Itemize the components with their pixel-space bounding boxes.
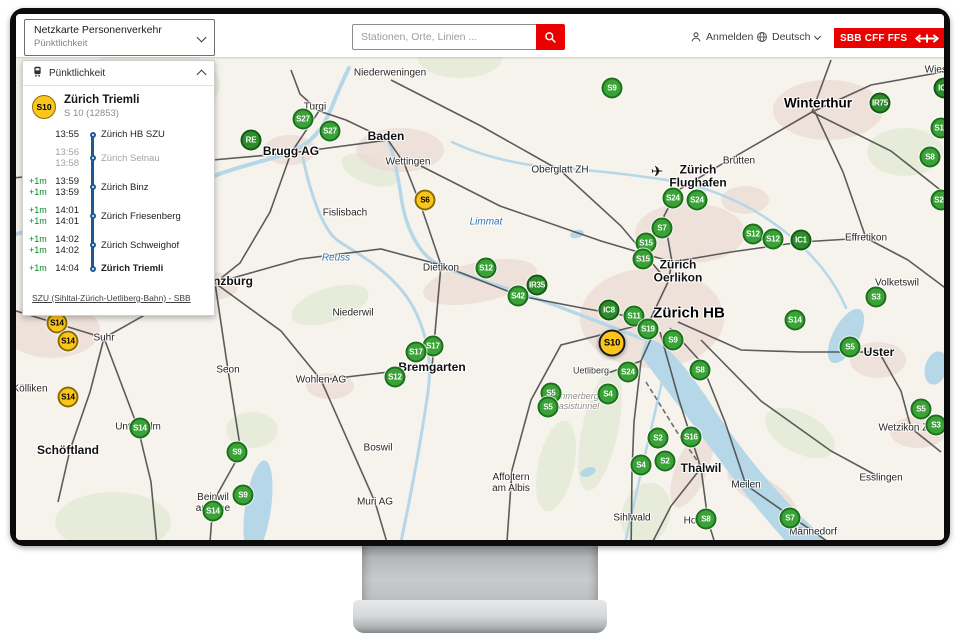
stop-row[interactable]: 13:55Zürich HB SZU (29, 129, 206, 140)
line-badge-s27[interactable]: S27 (293, 109, 314, 130)
line-badge-s14[interactable]: S14 (58, 331, 79, 352)
line-badge-s9[interactable]: S9 (663, 330, 684, 351)
monitor-stand-base (353, 600, 607, 633)
line-badge-s9[interactable]: S9 (227, 442, 248, 463)
line-badge-s5[interactable]: S5 (840, 337, 861, 358)
line-badge-s12[interactable]: S12 (385, 367, 406, 388)
monitor-frame: NiederweningenWiesendangenTurgiWinterthu… (10, 8, 950, 546)
line-badge-ir75[interactable]: IR75 (870, 93, 891, 114)
line-badge-s8[interactable]: S8 (696, 509, 717, 530)
line-badge-s8[interactable]: S8 (690, 360, 711, 381)
line-badge-ic1[interactable]: IC1 (791, 230, 812, 251)
panel-footer: SZU (Sihltal-Zürich-Uetliberg-Bahn) - SB… (23, 280, 214, 315)
login-button[interactable]: Anmelden (690, 31, 753, 43)
line-badge-s24[interactable]: S24 (618, 362, 639, 383)
search-icon (544, 31, 557, 44)
stop-row[interactable]: 13:5613:58Zürich Selnau (29, 147, 206, 169)
line-badge-s9[interactable]: S9 (233, 485, 254, 506)
line-badge-s9[interactable]: S9 (602, 78, 623, 99)
panel-title: Pünktlichkeit (49, 68, 192, 79)
stop-row[interactable]: +1m+1m14:0214:02Zürich Schweighof (29, 234, 206, 256)
stop-dot (90, 213, 96, 219)
stop-row[interactable]: +1m14:04Zürich Triemli (29, 263, 206, 274)
line-badge-s6[interactable]: S6 (415, 190, 436, 211)
language-label: Deutsch (772, 31, 811, 43)
line-badge-re[interactable]: RE (241, 130, 262, 151)
stop-dot (90, 242, 96, 248)
line-badge-s11[interactable]: S11 (931, 118, 945, 139)
layer-select-dropdown[interactable]: Netzkarte Personenverkehr Pünktlichkeit (24, 19, 215, 56)
line-badge-s24[interactable]: S24 (663, 188, 684, 209)
sbb-logo[interactable]: SBB CFF FFS (834, 28, 944, 48)
line-badge-s14[interactable]: S14 (785, 310, 806, 331)
line-badge-s19[interactable]: S19 (638, 319, 659, 340)
topbar: Netzkarte Personenverkehr Pünktlichkeit … (16, 14, 944, 57)
searchbar (352, 24, 565, 50)
line-badge-s3[interactable]: S3 (866, 287, 887, 308)
stop-dot (90, 132, 96, 138)
monitor-stand-neck (362, 546, 598, 602)
train-head: S10 Zürich Triemli S 10 (12853) (23, 86, 214, 123)
line-badge-s2[interactable]: S2 (648, 428, 669, 449)
globe-icon (756, 31, 768, 43)
train-number: S 10 (12853) (64, 108, 139, 119)
line-badge-s17[interactable]: S17 (406, 342, 427, 363)
line-badge-s16[interactable]: S16 (681, 427, 702, 448)
search-button[interactable] (536, 24, 565, 50)
line-badge-s10[interactable]: S10 (599, 330, 626, 357)
stop-dot (90, 266, 96, 272)
stop-row[interactable]: +1m+1m13:5913:59Zürich Binz (29, 176, 206, 198)
line-badge-s4[interactable]: S4 (598, 384, 619, 405)
line-badge-s8[interactable]: S8 (920, 147, 941, 168)
line-badge-s14[interactable]: S14 (203, 501, 224, 522)
line-badge-s2[interactable]: S2 (655, 451, 676, 472)
operator-link[interactable]: SZU (Sihltal-Zürich-Uetliberg-Bahn) - SB… (32, 293, 191, 303)
search-input[interactable] (352, 24, 536, 50)
line-badge-s4[interactable]: S4 (631, 455, 652, 476)
line-badge-s7[interactable]: S7 (652, 218, 673, 239)
line-badge-s14[interactable]: S14 (130, 418, 151, 439)
stop-dot (90, 184, 96, 190)
train-line-badge: S10 (32, 95, 56, 119)
stop-row[interactable]: +1m+1m14:0114:01Zürich Friesenberg (29, 205, 206, 227)
login-label: Anmelden (706, 31, 753, 43)
chevron-down-icon (813, 32, 820, 39)
line-badge-s12[interactable]: S12 (763, 229, 784, 250)
train-name: Zürich Triemli (64, 94, 139, 106)
departure-panel: Pünktlichkeit S10 Zürich Triemli S 10 (1… (22, 60, 215, 316)
stop-list: 13:55Zürich HB SZU 13:5613:58Zürich Selna… (23, 123, 214, 280)
chevron-down-icon (197, 33, 207, 43)
line-badge-s12[interactable]: S12 (476, 258, 497, 279)
line-badge-s26[interactable]: S26 (931, 190, 945, 211)
stop-dot (90, 155, 96, 161)
sbb-double-arrow-icon (914, 33, 940, 44)
line-badge-s27[interactable]: S27 (320, 121, 341, 142)
layer-select-label: Netzkarte Personenverkehr (34, 24, 192, 36)
line-badge-s42[interactable]: S42 (508, 286, 529, 307)
line-badge-s24[interactable]: S24 (687, 190, 708, 211)
line-badge-s15[interactable]: S15 (633, 249, 654, 270)
layer-select-sublabel: Pünktlichkeit (34, 38, 192, 49)
train-icon (32, 64, 43, 82)
user-icon (690, 31, 702, 43)
panel-header: Pünktlichkeit (23, 61, 214, 86)
line-badge-s12[interactable]: S12 (743, 224, 764, 245)
line-badge-s7[interactable]: S7 (780, 508, 801, 529)
line-badge-s3[interactable]: S3 (926, 415, 945, 436)
line-badge-ir35[interactable]: IR35 (527, 275, 548, 296)
sbb-logo-text: SBB CFF FFS (840, 33, 907, 44)
line-badge-s14[interactable]: S14 (58, 387, 79, 408)
collapse-panel-chevron-icon[interactable] (197, 70, 207, 80)
language-selector[interactable]: Deutsch (756, 31, 820, 43)
line-badge-ic8[interactable]: IC8 (599, 300, 620, 321)
screen: NiederweningenWiesendangenTurgiWinterthu… (16, 14, 944, 540)
line-badge-s5[interactable]: S5 (538, 397, 559, 418)
